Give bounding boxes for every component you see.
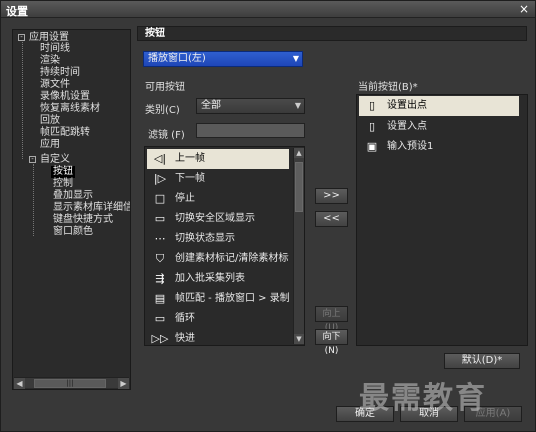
category-label: 类别(C) [145, 105, 180, 116]
close-icon[interactable]: × [519, 2, 529, 16]
tree-item-window-color[interactable]: 窗口颜色 [53, 226, 93, 238]
item-label: 输入预设1 [387, 141, 434, 152]
input-preset-icon: ▣ [366, 140, 378, 153]
item-label: 设置出点 [387, 100, 427, 111]
scroll-right-icon[interactable]: ▶ [118, 378, 129, 389]
list-item[interactable]: ▭ 循环 [147, 309, 289, 329]
item-label: 创建素材标记/清除素材标记 [175, 253, 289, 264]
tree-item-render[interactable]: 渲染 [40, 55, 60, 67]
list-item[interactable]: ▤ 帧匹配 - 播放窗口 > 录制窗 [147, 289, 289, 309]
item-label: 上一帧 [175, 153, 205, 164]
item-label: 切换状态显示 [175, 233, 235, 244]
tree-item-shortcuts[interactable]: 键盘快捷方式 [53, 214, 113, 226]
current-buttons-list[interactable]: ▯ 设置出点 ▯ 设置入点 ▣ 输入预设1 [356, 94, 528, 346]
current-buttons-label: 当前按钮(B)* [358, 82, 418, 93]
scroll-up-icon[interactable]: ▲ [294, 148, 304, 158]
tree-item-control[interactable]: 控制 [53, 178, 73, 190]
item-label: 设置入点 [387, 121, 427, 132]
section-title: 按钮 [137, 26, 527, 41]
tree-item-restore-offline[interactable]: 恢复离线素材 [40, 103, 100, 115]
window-title: 设置 [6, 5, 28, 18]
fast-forward-icon: ▷▷ [151, 332, 169, 345]
item-label: 下一帧 [175, 173, 205, 184]
list-item[interactable]: ⇶ 加入批采集列表 [147, 269, 289, 289]
tree-item-application[interactable]: 应用 [40, 139, 60, 151]
target-window-dropdown[interactable]: 播放窗口(左) ▼ [143, 51, 303, 67]
tree-item-timeline[interactable]: 时间线 [40, 43, 70, 55]
item-label: 循环 [175, 313, 195, 324]
category-value: 全部 [201, 100, 221, 111]
mark-in-icon: ▯ [368, 120, 376, 133]
item-label: 帧匹配 - 播放窗口 > 录制窗 [175, 293, 289, 304]
watermark-text: 最需教育 [359, 381, 487, 416]
tree-item-duration[interactable]: 持续时间 [40, 67, 80, 79]
collapse-icon[interactable]: - [18, 34, 25, 41]
item-label: 加入批采集列表 [175, 273, 245, 284]
available-buttons-list[interactable]: ◁| 上一帧 |▷ 下一帧 □ 停止 ▭ 切换安全区域显示 ⋯ 切换状态显示 ⛉… [144, 146, 305, 346]
item-label: 切换安全区域显示 [175, 213, 255, 224]
available-buttons-label: 可用按钮 [145, 82, 185, 93]
status-display-icon: ⋯ [154, 232, 166, 245]
collapse-icon[interactable]: - [29, 156, 36, 163]
title-bar: 设置 × [1, 1, 535, 18]
dropdown-arrow-icon: ▼ [292, 54, 299, 63]
tree-item-customize[interactable]: 自定义 [40, 154, 70, 166]
tree-item-playback[interactable]: 回放 [40, 115, 60, 127]
dropdown-arrow-icon: ▼ [294, 101, 301, 110]
category-dropdown[interactable]: 全部 ▼ [196, 98, 305, 114]
tree-item-deck-settings[interactable]: 录像机设置 [40, 91, 90, 103]
batch-capture-icon: ⇶ [155, 272, 165, 285]
clip-marker-icon: ⛉ [155, 252, 165, 265]
match-frame-icon: ▤ [154, 292, 166, 305]
list-item[interactable]: ▭ 切换安全区域显示 [147, 209, 289, 229]
add-button[interactable]: >> [315, 188, 348, 204]
filter-input[interactable] [196, 123, 305, 138]
available-list-scrollbar[interactable]: ▲ ▼ [293, 148, 304, 344]
tree-item-bin-details[interactable]: 显示素材库详细信息 [53, 202, 130, 214]
tree-item-source-file[interactable]: 源文件 [40, 79, 70, 91]
settings-tree[interactable]: - 应用设置 时间线 渲染 持续时间 源文件 录像机设置 恢复离线素材 回放 帧… [12, 29, 131, 390]
list-item[interactable]: ⛉ 创建素材标记/清除素材标记 [147, 249, 289, 269]
remove-button[interactable]: << [315, 211, 348, 227]
list-item[interactable]: ▣ 输入预设1 [359, 137, 519, 157]
tree-item-match-frame[interactable]: 帧匹配跳转 [40, 127, 90, 139]
target-window-value: 播放窗口(左) [148, 53, 206, 64]
scroll-thumb[interactable] [295, 162, 303, 212]
step-forward-icon: |▷ [153, 172, 167, 185]
mark-out-icon: ▯ [368, 99, 376, 112]
list-item[interactable]: ⋯ 切换状态显示 [147, 229, 289, 249]
list-item[interactable]: ▯ 设置出点 [359, 96, 519, 116]
tree-item-overlay[interactable]: 叠加显示 [53, 190, 93, 202]
list-item[interactable]: |▷ 下一帧 [147, 169, 289, 189]
move-up-button[interactable]: 向上(U) [315, 306, 348, 333]
list-item[interactable]: ◁| 上一帧 [147, 149, 289, 169]
step-back-icon: ◁| [153, 152, 167, 165]
list-item[interactable]: ▯ 设置入点 [359, 117, 519, 137]
item-label: 停止 [175, 193, 195, 204]
loop-icon: ▭ [154, 312, 166, 325]
safe-area-icon: ▭ [154, 212, 166, 225]
tree-item-buttons[interactable]: 按钮 [51, 166, 75, 178]
scroll-down-icon[interactable]: ▼ [294, 334, 304, 344]
item-label: 快进 [175, 333, 195, 344]
list-item[interactable]: ▷▷ 快进 [147, 329, 289, 345]
scroll-left-icon[interactable]: ◀ [14, 378, 25, 389]
tree-horizontal-scrollbar[interactable]: ◀ ||| ▶ [14, 377, 129, 389]
settings-dialog: 设置 × - 应用设置 时间线 渲染 持续时间 源文件 录像机设置 恢复离线素材… [0, 0, 536, 432]
tree-line [22, 42, 23, 159]
default-button[interactable]: 默认(D)* [444, 353, 520, 369]
stop-icon: □ [154, 192, 166, 205]
filter-label: 滤镜 (F) [148, 130, 185, 141]
tree-line [33, 164, 34, 236]
list-item[interactable]: □ 停止 [147, 189, 289, 209]
scroll-thumb[interactable]: ||| [34, 379, 106, 388]
move-down-button[interactable]: 向下(N) [315, 329, 348, 356]
